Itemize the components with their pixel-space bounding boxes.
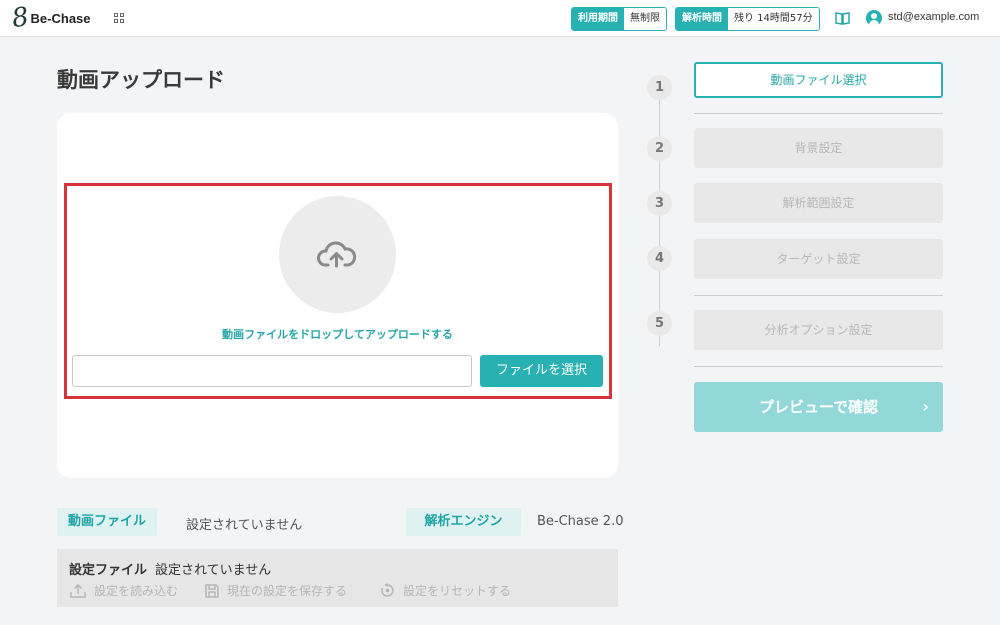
manual-book-icon[interactable] — [835, 11, 850, 25]
user-email[interactable]: std@example.com — [888, 11, 979, 23]
analysis-engine-value: Be-Chase 2.0 — [537, 514, 624, 529]
chevron-right-icon: › — [922, 397, 929, 416]
step-target-button[interactable]: ターゲット設定 — [694, 239, 943, 279]
page-title: 動画アップロード — [57, 68, 225, 92]
settings-file-bar: 設定ファイル 設定されていません 設定を読み込む 現在の設定を保存する 設定をリ… — [57, 549, 618, 607]
settings-file-label: 設定ファイル — [69, 563, 148, 578]
step-number-4: 4 — [647, 246, 672, 271]
analysis-time-value: 残り 14時間57分 — [728, 8, 819, 30]
user-avatar-icon[interactable] — [866, 10, 882, 26]
video-file-tag: 動画ファイル — [57, 508, 157, 536]
analysis-time-badge: 解析時間 残り 14時間57分 — [675, 7, 820, 31]
step-divider — [694, 366, 943, 367]
save-settings-label: 現在の設定を保存する — [227, 584, 348, 598]
video-file-value: 設定されていません — [186, 518, 303, 533]
usage-period-label: 利用期間 — [572, 8, 624, 30]
save-disk-icon — [205, 583, 219, 598]
preview-button[interactable]: プレビューで確認 › — [694, 382, 943, 432]
step-video-select-button[interactable]: 動画ファイル選択 — [694, 62, 943, 98]
load-settings-label: 設定を読み込む — [94, 584, 179, 598]
step-number-1: 1 — [647, 75, 672, 100]
step-progress-line — [659, 88, 660, 346]
step-number-2: 2 — [647, 136, 672, 161]
reset-icon — [381, 583, 394, 597]
logo-mark: 8 — [9, 1, 31, 35]
save-settings-button[interactable]: 現在の設定を保存する — [205, 582, 347, 599]
reset-settings-button[interactable]: 設定をリセットする — [380, 582, 511, 599]
usage-period-value: 無制限 — [624, 8, 666, 30]
step-divider — [694, 295, 943, 296]
file-path-input[interactable] — [72, 355, 472, 387]
step-background-button[interactable]: 背景設定 — [694, 128, 943, 168]
step-number-5: 5 — [647, 311, 672, 336]
usage-period-badge: 利用期間 無制限 — [571, 7, 667, 31]
step-divider — [694, 113, 943, 114]
preview-button-label: プレビューで確認 — [758, 398, 879, 416]
apps-grid-icon[interactable] — [114, 13, 125, 24]
drop-instruction-text: 動画ファイルをドロップしてアップロードする — [222, 328, 453, 341]
upload-drop-circle[interactable] — [279, 196, 396, 313]
step-analysis-range-button[interactable]: 解析範囲設定 — [694, 183, 943, 223]
cloud-upload-icon — [317, 241, 357, 268]
top-header: 8 Be-Chase 利用期間 無制限 解析時間 残り 14時間57分 std@… — [0, 0, 1000, 37]
settings-file-value: 設定されていません — [155, 563, 272, 578]
step-analysis-options-button[interactable]: 分析オプション設定 — [694, 310, 943, 350]
app-logo[interactable]: 8 Be-Chase — [9, 1, 91, 35]
logo-text: Be-Chase — [30, 10, 91, 26]
upload-tray-icon — [70, 583, 86, 598]
select-file-button[interactable]: ファイルを選択 — [480, 355, 603, 387]
reset-settings-label: 設定をリセットする — [403, 584, 512, 598]
load-settings-button[interactable]: 設定を読み込む — [70, 582, 178, 599]
analysis-engine-tag: 解析エンジン — [406, 508, 521, 536]
analysis-time-label: 解析時間 — [676, 8, 728, 30]
step-number-3: 3 — [647, 191, 672, 216]
